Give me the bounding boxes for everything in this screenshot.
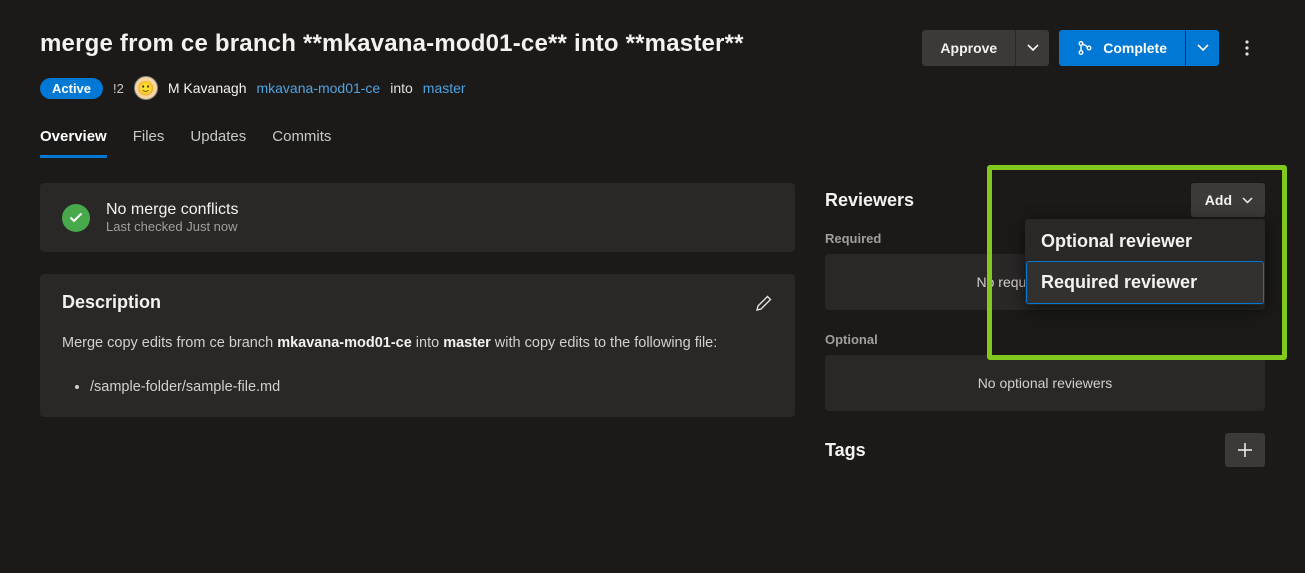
description-mid: into (412, 335, 443, 351)
tab-files[interactable]: Files (133, 128, 165, 158)
target-branch-link[interactable]: master (423, 80, 466, 96)
description-card: Description Merge copy edits from ce bra… (40, 274, 795, 417)
description-text: Merge copy edits from ce branch (62, 335, 277, 351)
page-title: merge from ce branch **mkavana-mod01-ce*… (40, 30, 744, 58)
action-bar: Approve Complete (922, 30, 1265, 66)
tab-bar: Overview Files Updates Commits (40, 128, 1265, 159)
add-label: Add (1205, 192, 1232, 208)
complete-button[interactable]: Complete (1059, 30, 1185, 66)
complete-label: Complete (1103, 40, 1167, 56)
pr-meta-row: Active !2 🙂 M Kavanagh mkavana-mod01-ce … (40, 76, 1265, 100)
pencil-icon (755, 294, 773, 312)
description-heading: Description (62, 292, 161, 313)
add-reviewer-menu: Optional reviewer Required reviewer (1025, 219, 1265, 305)
avatar: 🙂 (134, 76, 158, 100)
plus-icon (1237, 442, 1253, 458)
into-text: into (390, 80, 413, 96)
edit-description-button[interactable] (755, 294, 773, 312)
chevron-down-icon (1197, 44, 1209, 52)
reviewers-heading: Reviewers (825, 190, 914, 211)
check-circle-icon (62, 204, 90, 232)
complete-menu-button[interactable] (1185, 30, 1219, 66)
merge-status-subtitle: Last checked Just now (106, 219, 239, 234)
chevron-down-icon (1242, 197, 1253, 204)
source-branch-link[interactable]: mkavana-mod01-ce (256, 80, 380, 96)
description-body: Merge copy edits from ce branch mkavana-… (62, 333, 773, 399)
merge-status-title: No merge conflicts (106, 201, 239, 219)
pr-id: !2 (113, 81, 124, 96)
description-suffix: with copy edits to the following file: (491, 335, 717, 351)
author-name: M Kavanagh (168, 80, 247, 96)
description-branch2: master (443, 335, 491, 351)
merge-icon (1077, 40, 1093, 56)
optional-reviewers-empty: No optional reviewers (825, 355, 1265, 411)
tab-updates[interactable]: Updates (190, 128, 246, 158)
approve-menu-button[interactable] (1015, 30, 1049, 66)
merge-status-card: No merge conflicts Last checked Just now (40, 183, 795, 252)
optional-label: Optional (825, 332, 1265, 347)
description-file: /sample-folder/sample-file.md (90, 377, 773, 399)
more-actions-button[interactable] (1229, 30, 1265, 66)
tags-heading: Tags (825, 440, 866, 461)
tab-commits[interactable]: Commits (272, 128, 331, 158)
add-reviewer-button[interactable]: Add (1191, 183, 1265, 217)
tab-overview[interactable]: Overview (40, 128, 107, 158)
approve-button[interactable]: Approve (922, 30, 1015, 66)
menu-item-optional-reviewer[interactable]: Optional reviewer (1027, 221, 1263, 262)
more-vertical-icon (1245, 40, 1249, 56)
description-branch1: mkavana-mod01-ce (277, 335, 412, 351)
menu-item-required-reviewer[interactable]: Required reviewer (1027, 262, 1263, 303)
add-tag-button[interactable] (1225, 433, 1265, 467)
status-badge: Active (40, 78, 103, 99)
chevron-down-icon (1027, 44, 1039, 52)
